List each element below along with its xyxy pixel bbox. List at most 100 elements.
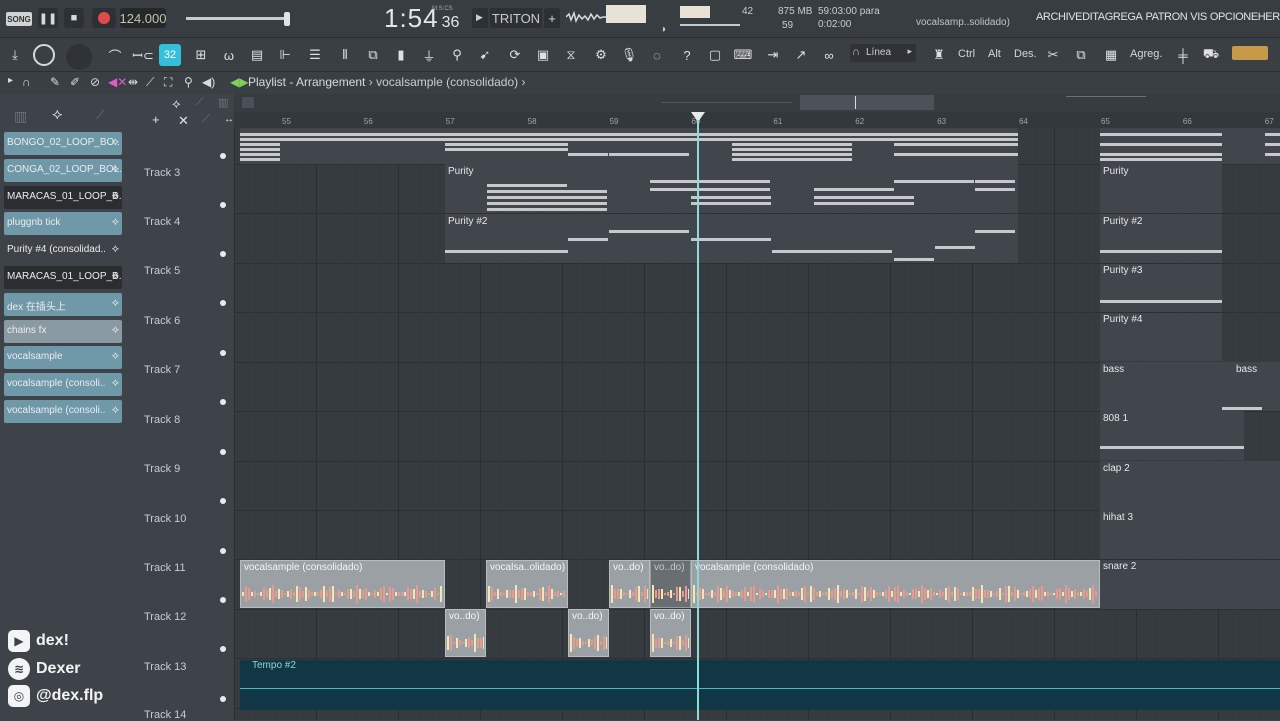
master-volume-slider[interactable] — [186, 17, 290, 20]
track-label[interactable]: Track 10 — [144, 513, 186, 525]
playlist-icon[interactable]: ▤ — [246, 44, 268, 66]
channel-item[interactable]: pluggnb tick⟡ — [4, 212, 122, 235]
keyboard-icon[interactable]: ⌨ — [732, 44, 754, 66]
chat-icon[interactable]: ◌ — [646, 44, 668, 66]
channel-item[interactable]: chains fx⟡ — [4, 320, 122, 343]
channel-item[interactable]: MARACAS_01_LOOP_B..⟡ — [4, 186, 122, 209]
channel-item[interactable]: MARACAS_01_LOOP_B..⟡ — [4, 266, 122, 289]
menu-item-herramientas[interactable]: HERRAMIEN — [1258, 11, 1280, 23]
wave-icon[interactable]: ω — [218, 44, 240, 66]
channel-item[interactable]: vocalsample⟡ — [4, 346, 122, 369]
menu-item-patrones[interactable]: PATRON — [1145, 11, 1187, 23]
close-icon[interactable]: ✕ — [178, 113, 189, 129]
loop-icon[interactable]: ꟷ⊂ — [132, 44, 154, 66]
timeline-ruler[interactable] — [234, 112, 1280, 128]
track-enable-dot[interactable] — [220, 696, 226, 702]
select-icon[interactable]: ⛶ — [164, 75, 172, 90]
window-icon[interactable]: ▢ — [704, 44, 726, 66]
track-enable-dot[interactable] — [220, 548, 226, 554]
tag-icon[interactable]: ➹ — [474, 44, 496, 66]
track-enable-dot[interactable] — [220, 498, 226, 504]
track-enable-dot[interactable] — [220, 399, 226, 405]
audio-view-icon-2[interactable]: ⟡ — [172, 96, 181, 112]
copy-icon[interactable]: ⧉ — [1070, 44, 1092, 66]
track-enable-dot[interactable] — [220, 597, 226, 603]
mute-icon[interactable]: ◀✕ — [108, 75, 127, 89]
help-icon[interactable]: ? — [676, 44, 698, 66]
track-enable-dot[interactable] — [220, 449, 226, 455]
track-label[interactable]: Track 6 — [144, 315, 180, 327]
master-pitch-knob[interactable] — [66, 44, 92, 70]
save-icon[interactable]: ▣ — [532, 44, 554, 66]
automation-clip-tempo[interactable]: Tempo #2 — [240, 660, 1280, 710]
count-icon[interactable]: 32 — [159, 44, 181, 66]
automation-view-icon-2[interactable]: ⟋ — [196, 96, 204, 109]
track-label[interactable]: Track 14 — [144, 709, 186, 721]
speaker-icon[interactable]: ◀) — [202, 75, 215, 89]
plugin-icon[interactable]: ⧉ — [362, 44, 384, 66]
record-button[interactable] — [92, 8, 116, 28]
record-mode-icon[interactable] — [33, 44, 55, 66]
tempo-display[interactable]: 124.000 — [120, 8, 166, 28]
piano-roll-icon[interactable]: ⊩ — [274, 44, 296, 66]
stamp-icon[interactable]: ♜ — [928, 44, 950, 66]
channel-item[interactable]: vocalsample (consoli..⟡ — [4, 400, 122, 423]
alt-toggle[interactable]: Alt — [988, 48, 1001, 60]
track-label[interactable]: Track 9 — [144, 463, 180, 475]
download-icon[interactable]: ⤓ — [4, 44, 26, 66]
menu-item-agregar[interactable]: GREGA — [1105, 11, 1143, 23]
pencil-icon-2[interactable]: ⟋ — [202, 113, 210, 126]
track-label[interactable]: Track 8 — [144, 414, 180, 426]
paint-icon[interactable]: ✐ — [70, 75, 80, 89]
track-enable-dot[interactable] — [220, 202, 226, 208]
snap-selector[interactable]: ∩ Línea ▸ — [850, 44, 916, 62]
link-icon[interactable]: ∞ — [818, 44, 840, 66]
resize-icon[interactable]: ↔ — [224, 114, 234, 125]
track-enable-dot[interactable] — [220, 251, 226, 257]
track-label[interactable]: Track 13 — [144, 661, 186, 673]
plug-icon[interactable]: ⏚ — [418, 44, 440, 66]
track-enable-dot[interactable] — [220, 646, 226, 652]
master-volume-knob[interactable] — [284, 12, 290, 26]
channel-item[interactable]: vocalsample (consoli..⟡ — [4, 373, 122, 396]
channel-item[interactable]: dex 在插头上⟡ — [4, 293, 122, 316]
pencil-icon[interactable]: ✎ — [50, 75, 60, 89]
track-label[interactable]: Track 12 — [144, 611, 186, 623]
slip-icon[interactable]: ⇹ — [128, 75, 138, 89]
slice-icon[interactable]: ⟋ — [146, 75, 154, 90]
channel-item[interactable]: CONGA_02_LOOP_BOL..⟡ — [4, 159, 122, 182]
file-icon[interactable]: ▮ — [390, 44, 412, 66]
refresh-icon[interactable]: ⟳ — [504, 44, 526, 66]
automation-view-icon[interactable]: ⟋ — [96, 108, 104, 123]
pause-button[interactable]: ❚❚ — [38, 8, 58, 28]
slide-icon[interactable]: ↗ — [790, 44, 812, 66]
pattern-tool-icon[interactable]: ⧖ — [560, 44, 582, 66]
track-label[interactable]: Track 11 — [144, 562, 186, 574]
delete-icon[interactable]: ⊘ — [90, 75, 100, 89]
track-label[interactable]: Track 4 — [144, 216, 180, 228]
add-pattern-button[interactable]: + — [544, 8, 560, 28]
channel-rack-icon[interactable]: ☰ — [304, 44, 326, 66]
menu-item-editar[interactable]: EDITA — [1075, 11, 1105, 23]
microphone-icon[interactable]: 🎙 — [618, 44, 640, 66]
audio-view-icon[interactable]: ⟡ — [52, 106, 63, 124]
ctrl-toggle[interactable]: Ctrl — [958, 48, 975, 60]
arrow-right-icon[interactable]: ⇥ — [762, 44, 784, 66]
cut-icon[interactable]: ✂ — [1042, 44, 1064, 66]
menu-item-archivo[interactable]: ARCHIV — [1036, 11, 1075, 23]
add-icon[interactable]: + — [152, 112, 160, 127]
menu-item-vista[interactable]: VIS — [1190, 11, 1207, 23]
track-enable-dot[interactable] — [220, 300, 226, 306]
channel-item[interactable]: BONGO_02_LOOP_BO..⟡ — [4, 132, 122, 155]
track-enable-dot[interactable] — [220, 153, 226, 159]
pattern-selector[interactable]: TRITON — [490, 8, 542, 28]
horizontal-scrollbar[interactable] — [800, 95, 934, 110]
paste-icon[interactable]: ▦ — [1100, 44, 1122, 66]
arrangement-name[interactable]: vocalsample (consolidado) — [376, 75, 518, 89]
track-label[interactable]: Track 3 — [144, 167, 180, 179]
pattern-view-icon[interactable]: ▥ — [14, 108, 27, 125]
stop-button[interactable]: ■ — [64, 8, 84, 28]
pattern-arrow-button[interactable]: ▶ — [472, 8, 488, 28]
fader-icon[interactable]: ╪ — [1172, 44, 1194, 66]
scroll-left-icon[interactable] — [242, 97, 254, 108]
